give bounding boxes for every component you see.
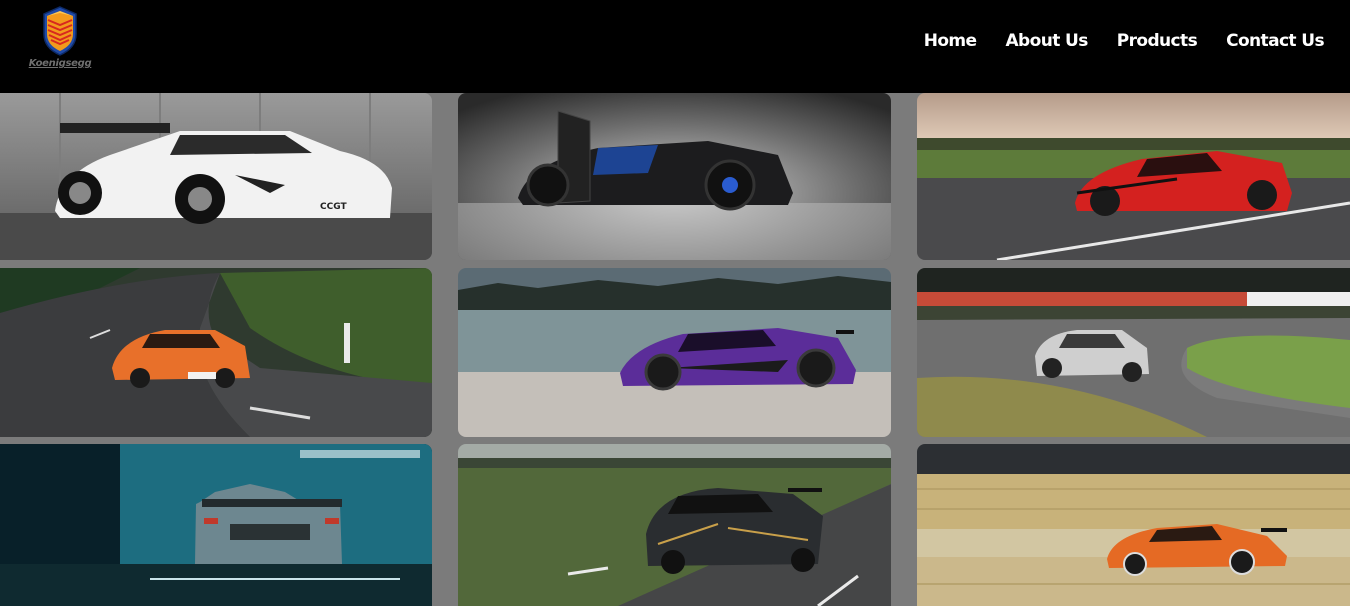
white-ccgt-car-photo[interactable]: CCGT — [0, 93, 432, 260]
silver-cc-racetrack-photo[interactable] — [917, 268, 1350, 437]
ccgt-badge-text: CCGT — [320, 202, 347, 212]
black-gold-agera-road-photo[interactable] — [458, 444, 891, 606]
orange-ccr-road-photo[interactable] — [0, 268, 432, 437]
nav-about-us-link[interactable]: About Us — [1005, 31, 1088, 51]
red-agera-track-photo[interactable] — [917, 93, 1350, 260]
car-gallery: CCGT — [0, 93, 1350, 606]
nav-contact-us-link[interactable]: Contact Us — [1226, 31, 1325, 51]
purple-agera-lake-photo[interactable] — [458, 268, 891, 437]
teal-regera-garage-photo[interactable] — [0, 444, 432, 606]
top-navbar: Koenigsegg Home About Us Products Contac… — [0, 0, 1350, 93]
nav-products-link[interactable]: Products — [1117, 31, 1198, 51]
orange-ccx-motion-photo[interactable] — [917, 444, 1350, 606]
nav-home-link[interactable]: Home — [924, 31, 977, 51]
brand-logo[interactable]: Koenigsegg — [26, 6, 94, 72]
koenigsegg-shield-icon — [43, 6, 77, 56]
nav-links: Home About Us Products Contact Us — [924, 31, 1325, 51]
black-jesko-studio-photo[interactable] — [458, 93, 891, 260]
brand-wordmark: Koenigsegg — [28, 58, 92, 69]
